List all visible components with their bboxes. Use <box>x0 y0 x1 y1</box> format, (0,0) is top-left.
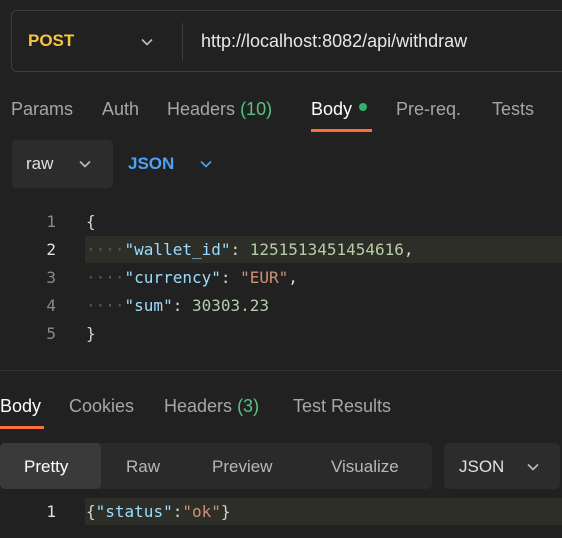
code-line[interactable]: { <box>86 212 96 231</box>
line-number: 5 <box>46 324 56 343</box>
close-brace: } <box>220 502 231 521</box>
code-line[interactable]: } <box>86 324 96 343</box>
body-format-select[interactable]: JSON <box>128 154 174 174</box>
indent-whitespace: ···· <box>86 268 125 287</box>
close-brace: } <box>86 324 96 343</box>
chevron-down-icon <box>79 160 91 168</box>
json-key: "sum" <box>124 296 173 315</box>
json-number: 1251513451454616 <box>249 240 404 259</box>
tab-headers-label: Headers <box>167 99 236 119</box>
json-key: "currency" <box>124 268 221 287</box>
json-number: 30303.23 <box>191 296 270 315</box>
response-tab-body[interactable]: Body <box>0 396 41 417</box>
response-view-switcher: Pretty Raw Preview Visualize <box>0 443 432 489</box>
body-indicator-dot <box>359 103 368 112</box>
tab-auth[interactable]: Auth <box>102 99 139 120</box>
json-colon: : <box>172 296 192 315</box>
view-preview[interactable]: Preview <box>212 457 272 477</box>
url-input[interactable]: http://localhost:8082/api/withdraw <box>201 31 467 52</box>
chevron-down-icon[interactable] <box>140 35 154 49</box>
response-tab-headers[interactable]: Headers (3) <box>164 396 259 417</box>
line-number: 1 <box>46 212 56 231</box>
tab-body[interactable]: Body <box>311 99 368 120</box>
method-select[interactable]: POST <box>28 31 74 51</box>
indent-whitespace: ···· <box>86 296 125 315</box>
code-line[interactable]: ····"sum": 30303.23 <box>86 296 269 315</box>
response-tab-cookies[interactable]: Cookies <box>69 396 134 417</box>
json-string: "ok" <box>182 502 221 521</box>
chevron-down-icon[interactable] <box>199 157 213 171</box>
tab-params[interactable]: Params <box>11 99 73 120</box>
tab-headers[interactable]: Headers (10) <box>167 99 272 120</box>
response-headers-count: (3) <box>237 396 260 416</box>
headers-count: (10) <box>240 99 273 119</box>
indent-whitespace: ···· <box>86 240 125 259</box>
open-brace: { <box>86 212 96 231</box>
json-key: "wallet_id" <box>124 240 231 259</box>
json-string: "EUR" <box>240 268 289 287</box>
json-colon: : <box>220 268 241 287</box>
json-key: "status" <box>95 502 173 521</box>
tab-prereq[interactable]: Pre-req. <box>396 99 461 120</box>
response-format-label: JSON <box>459 457 505 476</box>
view-raw[interactable]: Raw <box>126 457 160 477</box>
response-code-line[interactable]: {"status":"ok"} <box>86 502 231 521</box>
chevron-down-icon <box>527 463 539 471</box>
body-mode-label: raw <box>26 154 54 173</box>
tab-tests[interactable]: Tests <box>492 99 534 120</box>
url-separator <box>182 23 183 61</box>
json-colon: : <box>230 240 250 259</box>
line-number: 3 <box>46 268 56 287</box>
line-number: 4 <box>46 296 56 315</box>
json-colon: : <box>172 502 183 521</box>
code-line[interactable]: ····"currency": "EUR", <box>86 268 298 287</box>
active-tab-underline <box>311 129 372 132</box>
response-format-select[interactable]: JSON <box>444 443 560 489</box>
tab-body-label: Body <box>311 99 353 119</box>
body-mode-select[interactable]: raw <box>12 140 113 188</box>
code-line[interactable]: ····"wallet_id": 1251513451454616, <box>86 240 414 259</box>
json-comma: , <box>403 240 414 259</box>
open-brace: { <box>86 502 96 521</box>
view-pretty[interactable]: Pretty <box>24 457 68 477</box>
line-number: 2 <box>46 240 56 259</box>
active-tab-underline <box>0 426 44 429</box>
url-bar: POST http://localhost:8082/api/withdraw <box>11 10 562 72</box>
view-visualize[interactable]: Visualize <box>331 457 399 477</box>
json-comma: , <box>288 268 298 287</box>
response-tab-test-results[interactable]: Test Results <box>293 396 391 417</box>
response-tab-headers-label: Headers <box>164 396 233 416</box>
line-number: 1 <box>46 502 56 521</box>
pane-divider[interactable] <box>0 370 562 371</box>
